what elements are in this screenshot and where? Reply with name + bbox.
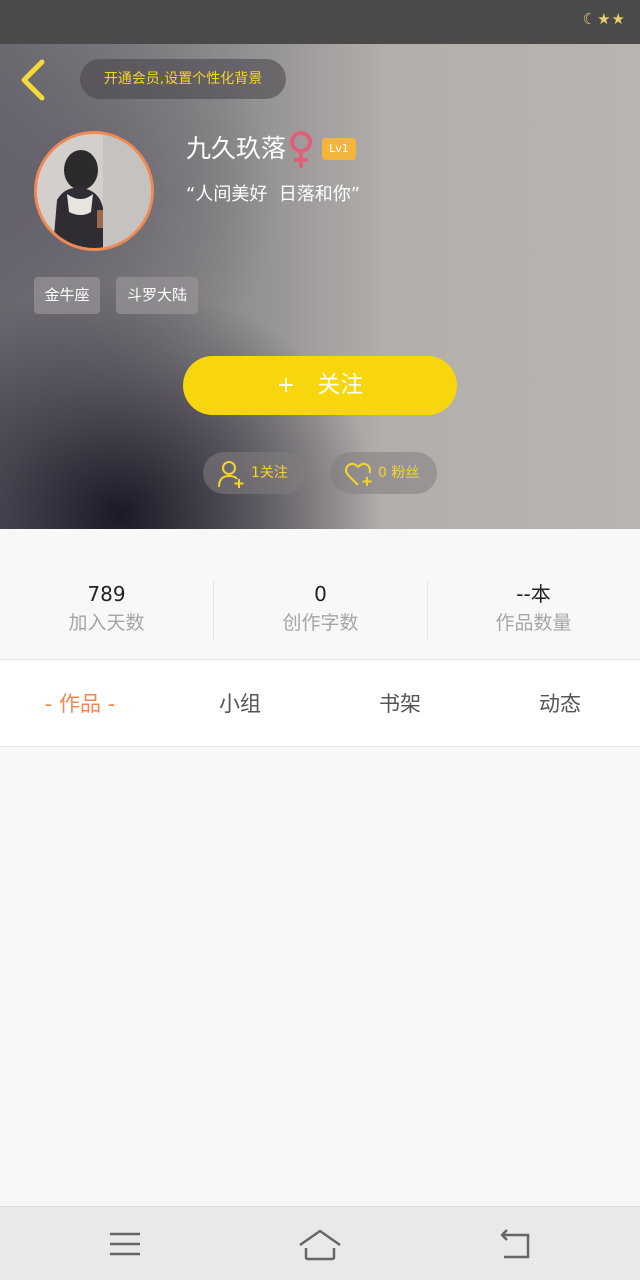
heart-plus-icon — [345, 462, 372, 486]
profile-header: 开通会员,设置个性化背景 九久玖落 Lv1 “人间美好 日落和你” 金牛座 斗罗… — [0, 44, 640, 529]
avatar-photo — [37, 134, 151, 248]
follow-button-label: 关注 — [317, 372, 364, 398]
tab-bookshelf[interactable]: 书架 — [320, 661, 480, 747]
profile-tabs: - 作品 - 小组 书架 动态 — [0, 661, 640, 747]
nav-back-button[interactable] — [494, 1225, 538, 1263]
tag-zodiac[interactable]: 金牛座 — [34, 277, 100, 314]
tab-content-area — [0, 747, 640, 1206]
stat-word-count: 0 创作字数 — [214, 579, 427, 643]
stat-label: 作品数量 — [495, 612, 572, 634]
level-badge: Lv1 — [322, 138, 356, 160]
home-icon — [299, 1229, 341, 1261]
fans-count: 0 粉丝 — [378, 465, 420, 481]
follow-button[interactable]: + 关注 — [183, 356, 457, 415]
username: 九久玖落 — [186, 134, 287, 163]
female-icon — [290, 131, 312, 168]
stat-value: 789 — [87, 582, 126, 606]
chevron-left-icon — [21, 59, 45, 101]
fans-count-button[interactable]: 0 粉丝 — [330, 452, 437, 494]
tab-works[interactable]: - 作品 - — [0, 661, 160, 747]
stat-join-days: 789 加入天数 — [0, 579, 213, 643]
avatar[interactable] — [34, 131, 154, 251]
vip-background-prompt[interactable]: 开通会员,设置个性化背景 — [80, 59, 286, 99]
tab-groups[interactable]: 小组 — [160, 661, 320, 747]
profile-signature: “人间美好 日落和你” — [186, 184, 361, 205]
following-count: 1关注 — [251, 465, 288, 481]
plus-icon: + — [276, 373, 296, 398]
nav-home-button[interactable] — [298, 1225, 342, 1263]
tag-interest[interactable]: 斗罗大陆 — [116, 277, 198, 314]
nav-menu-button[interactable] — [104, 1225, 148, 1263]
menu-icon — [110, 1232, 140, 1256]
tab-activity[interactable]: 动态 — [480, 661, 640, 747]
profile-stats: 789 加入天数 0 创作字数 --本 作品数量 — [0, 529, 640, 660]
stat-value: --本 — [516, 582, 551, 606]
status-indicators: ☾★★ — [582, 10, 626, 28]
system-nav-bar — [0, 1206, 640, 1280]
person-plus-icon — [218, 461, 244, 488]
stat-label: 加入天数 — [68, 612, 145, 634]
stat-value: 0 — [314, 582, 327, 606]
status-bar: ☾★★ — [0, 0, 640, 44]
stat-work-count: --本 作品数量 — [427, 579, 640, 643]
stat-label: 创作字数 — [282, 612, 359, 634]
following-count-button[interactable]: 1关注 — [203, 452, 306, 494]
back-arrow-icon — [500, 1229, 530, 1259]
back-button[interactable] — [16, 58, 50, 102]
